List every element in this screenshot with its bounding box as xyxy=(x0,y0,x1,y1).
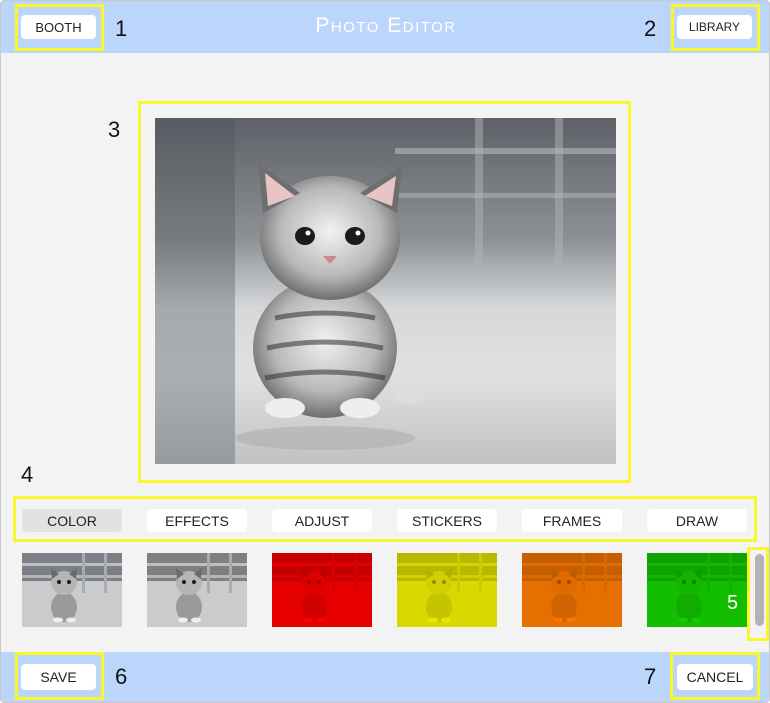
filter-thumb-red[interactable] xyxy=(272,553,372,627)
filter-wash-yellow xyxy=(397,553,497,627)
filter-thumb-green[interactable] xyxy=(647,553,747,627)
main-photo-canvas[interactable] xyxy=(155,118,616,464)
tab-color[interactable]: COLOR xyxy=(22,509,122,532)
kitten-photo xyxy=(155,118,616,464)
top-toolbar: BOOTH 1 Photo Editor 2 LIBRARY xyxy=(1,1,769,53)
save-button[interactable]: SAVE xyxy=(21,664,96,690)
cancel-button[interactable]: CANCEL xyxy=(677,664,753,690)
library-button[interactable]: LIBRARY xyxy=(677,15,752,39)
filter-wash-green xyxy=(647,553,747,627)
annotation-6: 6 xyxy=(115,664,128,689)
bottom-toolbar: SAVE 6 7 CANCEL xyxy=(1,652,769,702)
filter-scrollbar-thumb[interactable] xyxy=(755,554,764,626)
filter-thumb-grayscale[interactable] xyxy=(147,553,247,627)
filter-wash-red xyxy=(272,553,372,627)
photo-editor-window: BOOTH 1 Photo Editor 2 LIBRARY 3 4 COLOR… xyxy=(0,0,770,703)
tab-draw[interactable]: DRAW xyxy=(647,509,747,532)
annotation-5: 5 xyxy=(727,592,739,614)
filter-wash-orange xyxy=(522,553,622,627)
tab-stickers[interactable]: STICKERS xyxy=(397,509,497,532)
filter-tint-original xyxy=(22,553,122,627)
tab-effects[interactable]: EFFECTS xyxy=(147,509,247,532)
annotation-3: 3 xyxy=(108,117,121,142)
annotation-4: 4 xyxy=(21,462,34,487)
filter-thumb-orange[interactable] xyxy=(522,553,622,627)
filter-thumb-original[interactable] xyxy=(22,553,122,627)
filter-thumb-yellow[interactable] xyxy=(397,553,497,627)
annotation-7: 7 xyxy=(644,664,657,689)
tab-adjust[interactable]: ADJUST xyxy=(272,509,372,532)
highlight-tabs xyxy=(13,496,757,542)
tab-frames[interactable]: FRAMES xyxy=(522,509,622,532)
annotation-2: 2 xyxy=(644,16,657,41)
filter-tint-grayscale xyxy=(147,553,247,627)
